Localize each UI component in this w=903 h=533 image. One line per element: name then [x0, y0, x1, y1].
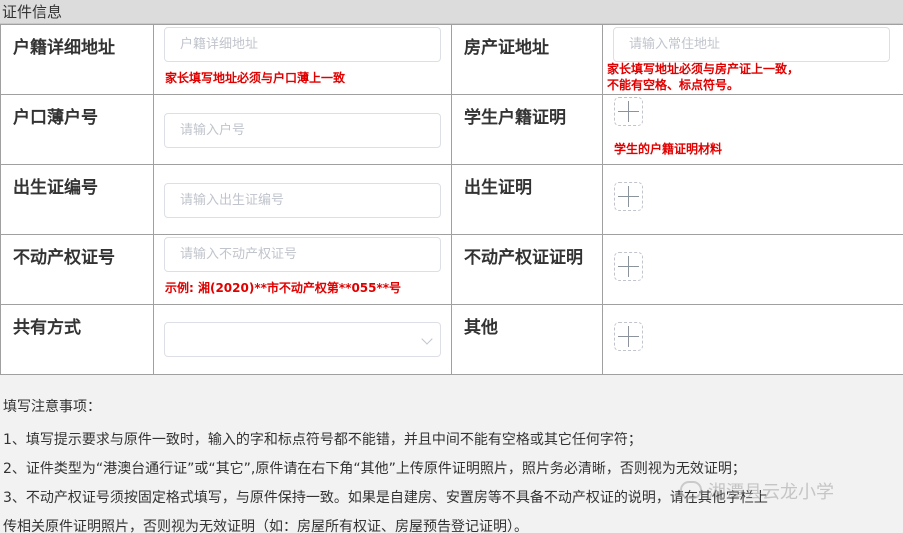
property-number-example-hint: 示例: 湘(2020)**市不动产权第**055**号	[165, 281, 402, 295]
student-hukou-proof-hint: 学生的户籍证明材料	[614, 142, 723, 156]
other-proof-cell	[602, 304, 903, 375]
student-hukou-proof-cell: 学生的户籍证明材料	[602, 94, 903, 165]
birth-cert-number-cell: 请输入出生证编号	[153, 164, 452, 235]
form-row-household-address: 户籍详细地址 户籍详细地址 家长填写地址必须与户口薄上一致 房产证地址 请输入常…	[0, 24, 903, 95]
field-label: 共有方式	[0, 304, 154, 375]
upload-plus-icon[interactable]	[614, 322, 643, 351]
certificate-form: 户籍详细地址 户籍详细地址 家长填写地址必须与户口薄上一致 房产证地址 请输入常…	[0, 24, 903, 375]
birth-cert-proof-cell	[602, 164, 903, 235]
property-number-input[interactable]: 请输入不动产权证号	[164, 237, 441, 272]
ownership-cell	[153, 304, 452, 375]
notes-item: 1、填写提示要求与原件一致时，输入的字和标点符号都不能错，并且中间不能有空格或其…	[3, 432, 642, 448]
form-row-hukou-number: 户口薄户号 请输入户号 学生户籍证明 学生的户籍证明材料	[0, 94, 903, 165]
ownership-select[interactable]	[164, 322, 441, 357]
property-address-hint-line: 不能有空格、标点符号。	[607, 78, 740, 92]
property-address-hint-line: 家长填写地址必须与房产证上一致，	[607, 62, 800, 76]
field-label: 户籍详细地址	[0, 24, 154, 95]
notes-item: 传相关原件证明照片，否则视为无效证明（如：房屋所有权证、房屋预告登记证明）。	[3, 519, 528, 533]
form-row-birth-certificate: 出生证编号 请输入出生证编号 出生证明	[0, 164, 903, 235]
field-label: 出生证明	[451, 164, 603, 235]
property-number-cell: 请输入不动产权证号 示例: 湘(2020)**市不动产权第**055**号	[153, 234, 452, 305]
notes-item: 2、证件类型为“港澳台通行证”或“其它”,原件请在右下角“其他”上传原件证明照片…	[3, 461, 746, 477]
field-label: 户口薄户号	[0, 94, 154, 165]
upload-plus-icon[interactable]	[614, 182, 643, 211]
notes-title: 填写注意事项：	[3, 399, 101, 415]
field-label: 其他	[451, 304, 603, 375]
hukou-number-input[interactable]: 请输入户号	[164, 113, 441, 148]
notes-section: 填写注意事项： 1、填写提示要求与原件一致时，输入的字和标点符号都不能错，并且中…	[3, 396, 903, 533]
notes-item: 3、不动产权证号须按固定格式填写，与原件保持一致。如果是自建房、安置房等不具备不…	[3, 490, 768, 506]
form-row-ownership: 共有方式 其他	[0, 304, 903, 375]
wechat-icon	[680, 481, 702, 499]
household-address-cell: 户籍详细地址 家长填写地址必须与户口薄上一致	[153, 24, 452, 95]
field-label: 不动产权证证明	[451, 234, 603, 305]
birth-cert-number-input[interactable]: 请输入出生证编号	[164, 183, 441, 218]
property-proof-cell	[602, 234, 903, 305]
section-header: 证件信息	[0, 0, 903, 24]
upload-plus-icon[interactable]	[614, 252, 643, 281]
property-address-cell: 请输入常住地址 家长填写地址必须与房产证上一致， 不能有空格、标点符号。	[602, 24, 903, 95]
field-label: 学生户籍证明	[451, 94, 603, 165]
property-address-input[interactable]: 请输入常住地址	[613, 27, 890, 62]
field-label: 出生证编号	[0, 164, 154, 235]
hukou-number-cell: 请输入户号	[153, 94, 452, 165]
field-label: 房产证地址	[451, 24, 603, 95]
property-address-hint: 家长填写地址必须与房产证上一致， 不能有空格、标点符号。	[607, 61, 799, 93]
form-row-property-number: 不动产权证号 请输入不动产权证号 示例: 湘(2020)**市不动产权第**05…	[0, 234, 903, 305]
household-address-input[interactable]: 户籍详细地址	[164, 27, 441, 62]
upload-plus-icon[interactable]	[614, 97, 643, 126]
field-label: 不动产权证号	[0, 234, 154, 305]
household-address-hint: 家长填写地址必须与户口薄上一致	[165, 71, 346, 85]
